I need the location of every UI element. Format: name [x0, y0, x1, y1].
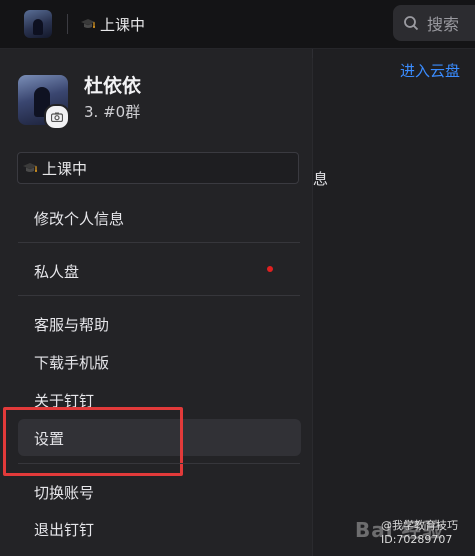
menu-item-switch-account[interactable]: 切换账号 [34, 482, 94, 503]
background-text-fragment: 息 [313, 170, 329, 188]
main-content-area [300, 49, 475, 556]
status-label: 上课中 [100, 15, 146, 34]
user-name: 杜依依 [84, 75, 142, 97]
menu-item-logout[interactable]: 退出钉钉 [34, 519, 94, 540]
status-selector-label: 上课中 [42, 159, 88, 178]
graduation-cap-icon [80, 16, 96, 32]
user-avatar-small[interactable] [24, 10, 52, 38]
menu-item-support[interactable]: 客服与帮助 [34, 314, 109, 335]
search-placeholder: 搜索 [427, 15, 460, 34]
notification-dot [267, 266, 273, 272]
topbar-divider [67, 14, 68, 34]
enter-cloud-disk-link[interactable]: 进入云盘 [400, 60, 460, 81]
watermark-line-2: ID:70289707 [381, 533, 453, 546]
camera-icon[interactable] [44, 104, 70, 130]
watermark-text: @我学教育技巧 ID:70289707 [381, 519, 458, 547]
menu-item-private-disk[interactable]: 私人盘 [34, 261, 79, 282]
status-selector[interactable]: 上课中 [17, 152, 299, 184]
pane-separator [312, 58, 313, 556]
status-indicator[interactable]: 上课中 [80, 12, 145, 36]
graduation-cap-icon [22, 160, 38, 176]
menu-item-edit-profile[interactable]: 修改个人信息 [34, 208, 124, 229]
menu-item-download-mobile[interactable]: 下载手机版 [34, 352, 109, 373]
menu-divider [18, 242, 300, 243]
search-icon [404, 16, 419, 31]
menu-divider [18, 295, 300, 296]
menu-divider [18, 463, 300, 464]
annotation-highlight-box [3, 407, 183, 476]
user-group-info: 3. #0群 [84, 103, 141, 121]
watermark-line-1: @我学教育技巧 [381, 519, 458, 532]
top-bar: 上课中 搜索 [0, 0, 475, 49]
search-input[interactable]: 搜索 [393, 5, 475, 41]
